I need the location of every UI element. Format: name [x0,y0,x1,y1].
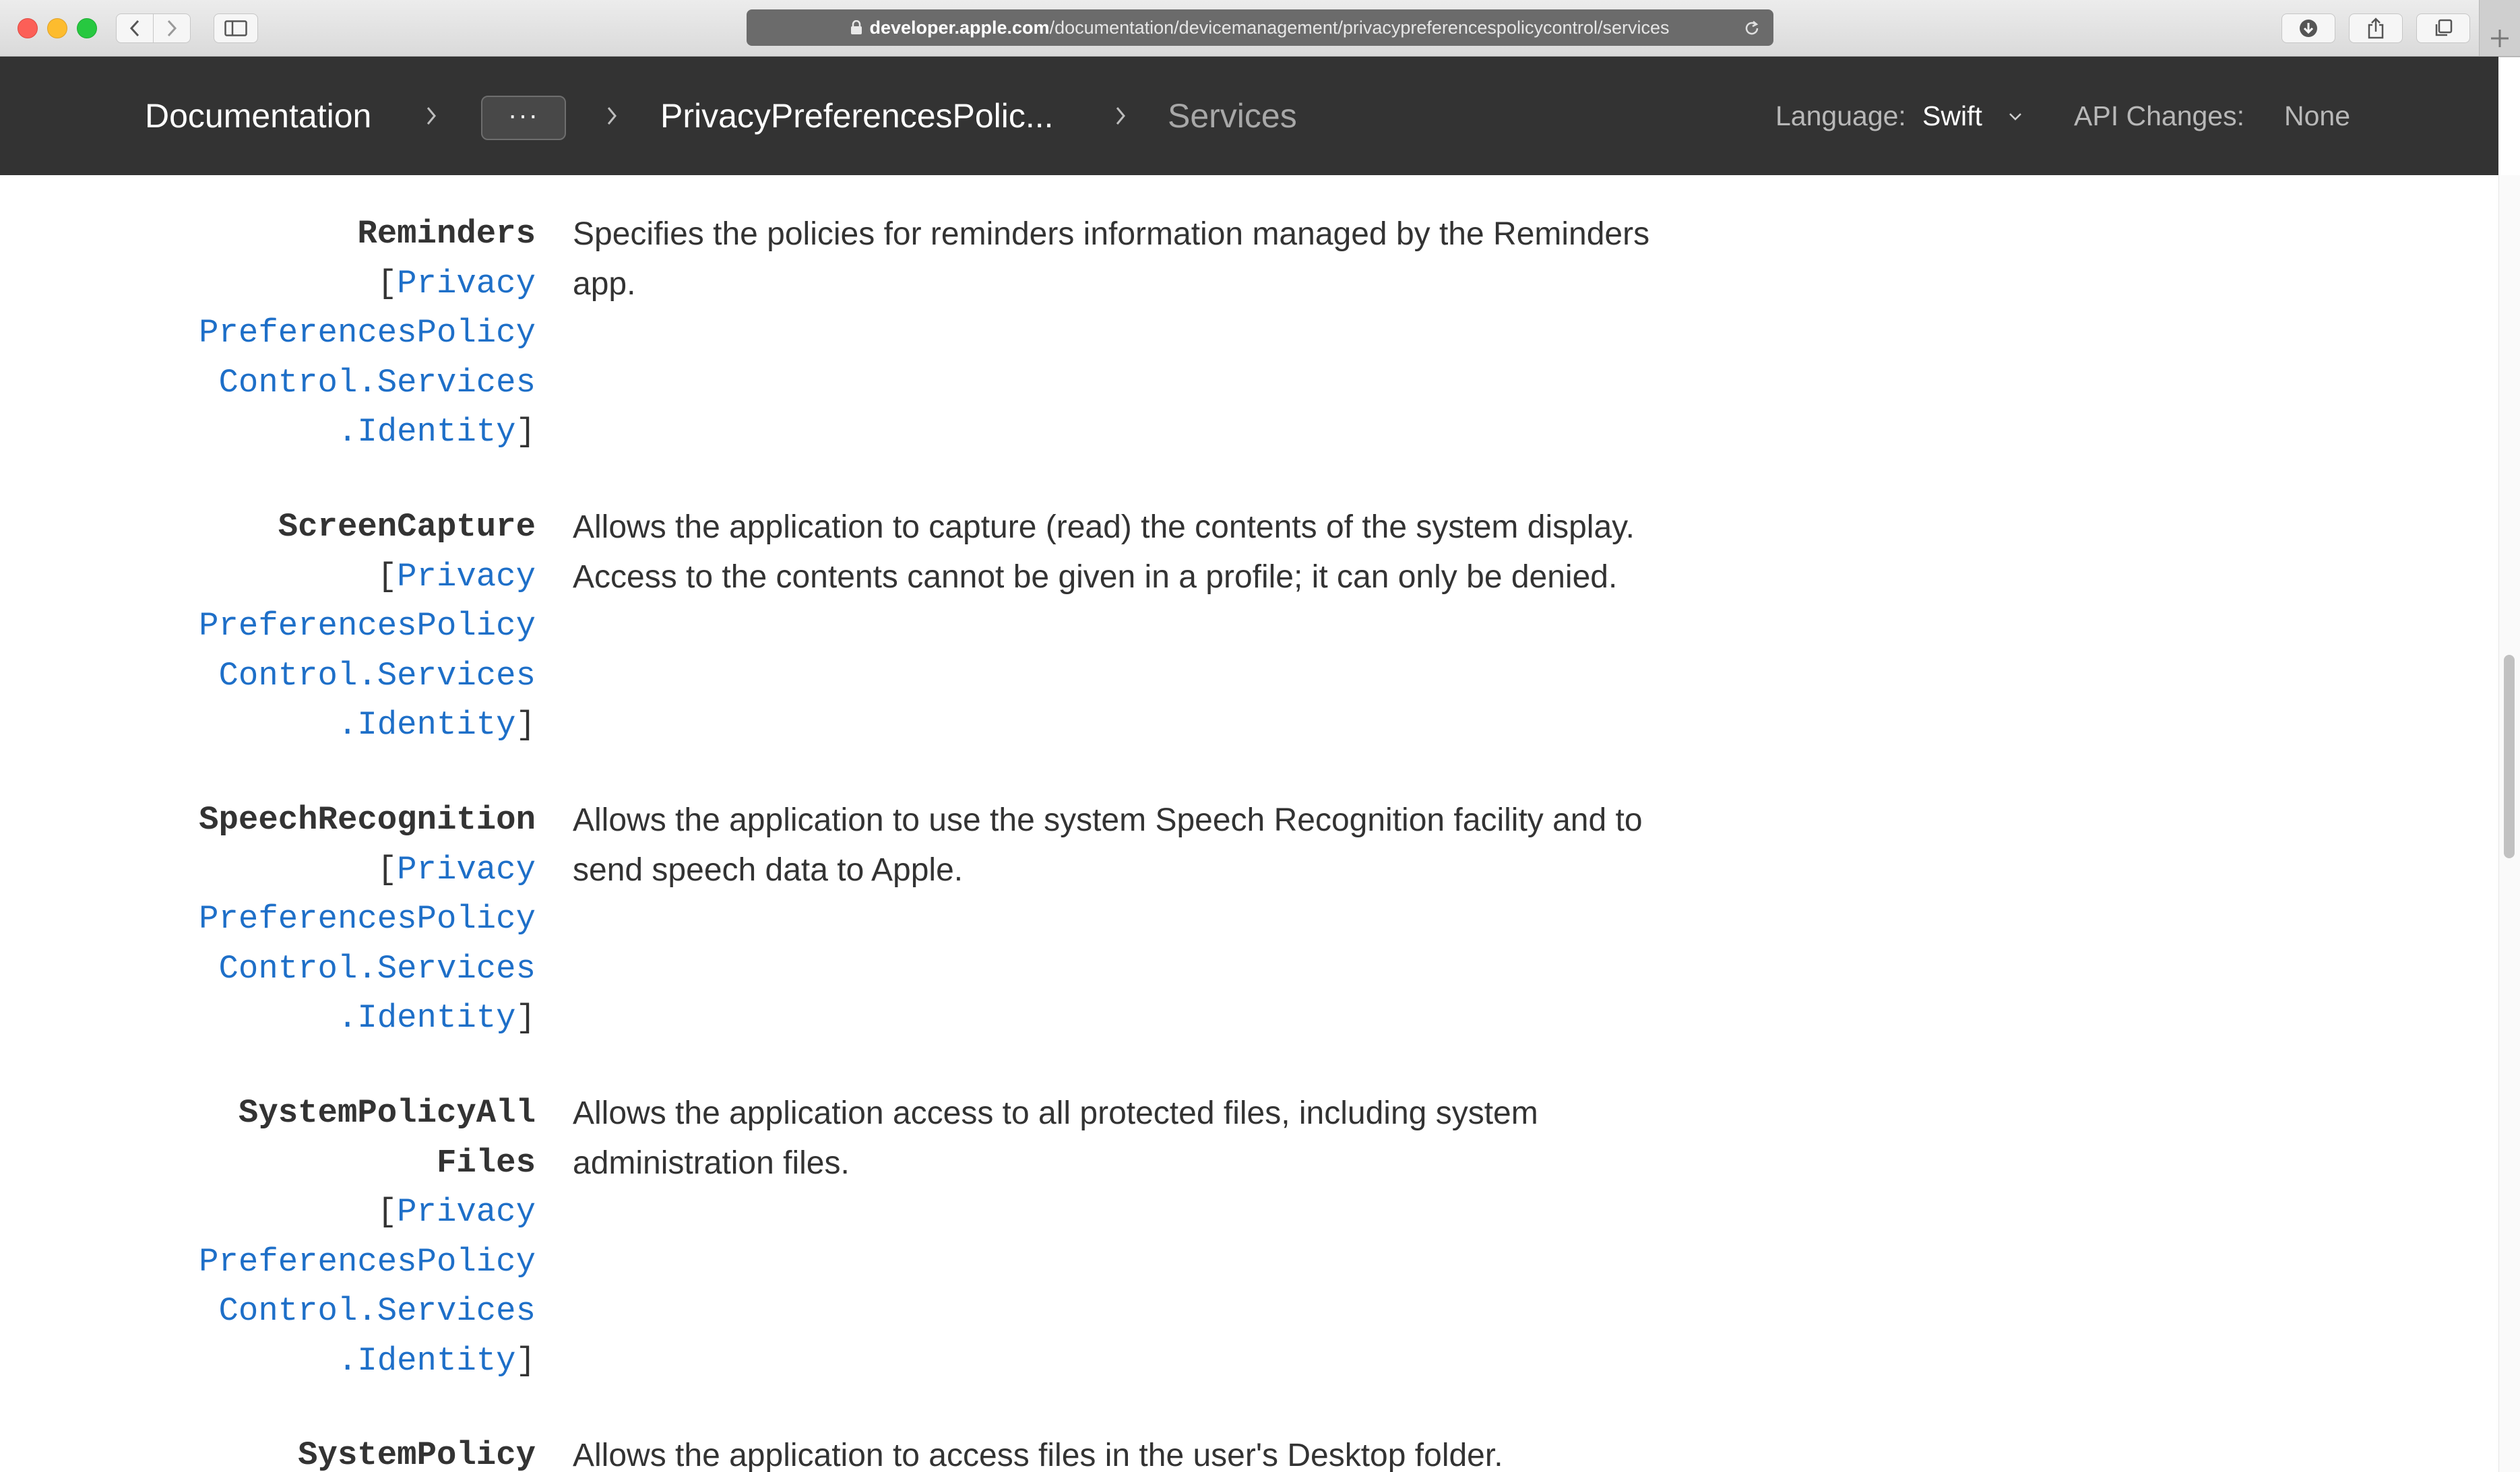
property-name-line: Files [436,1143,536,1182]
documentation-nav: Documentation ··· PrivacyPreferencesPoli… [0,57,2498,175]
chevron-down-icon[interactable] [2008,112,2023,121]
property-name-line: SpeechRecognition [199,801,536,839]
type-line: Control.Services [218,363,536,402]
description-line: app. [573,265,636,302]
api-changes-label: API Changes: [2074,100,2244,131]
documentation-content: Reminders [Privacy PreferencesPolicy Contr… [0,175,2498,1472]
type-line: Privacy [397,850,536,889]
property-name: SpeechRecognition [172,796,536,845]
type-line: .Identity [337,1341,516,1380]
type-line: Privacy [397,557,536,596]
download-icon [2300,20,2317,37]
property-type-link[interactable]: [Privacy PreferencesPolicy Control.Service… [172,1188,536,1386]
url-path: /documentation/devicemanagement/privacyp… [1049,17,1670,38]
breadcrumb-current: Services [1168,97,1297,135]
forward-button[interactable] [153,13,191,43]
new-tab-button[interactable] [2479,0,2520,56]
sidebar-toggle-button[interactable] [214,13,258,43]
description-line: Allows the application to capture (read)… [573,509,1635,545]
property-name: ScreenCapture [172,503,536,552]
type-line: PreferencesPolicy [199,314,536,352]
type-line: Control.Services [218,656,536,695]
breadcrumb-documentation[interactable]: Documentation [145,57,371,175]
share-button[interactable] [2349,13,2403,43]
back-button[interactable] [116,13,154,43]
downloads-button[interactable] [2281,13,2335,43]
type-line: PreferencesPolicy [199,1242,536,1281]
share-icon [2368,18,2384,39]
property-description: Specifies the policies for reminders inf… [573,210,1705,309]
property-type-link[interactable]: [Privacy PreferencesPolicy Control.Service… [172,845,536,1044]
property-name-line: SystemPolicy [298,1436,536,1472]
description-line: Access to the contents cannot be given i… [573,558,1618,595]
breadcrumb-chevron-icon [607,107,617,125]
property-column: SystemPolicyAll Files [Privacy Preferences… [172,1089,536,1386]
type-line: Privacy [397,264,536,302]
reload-icon[interactable] [1742,19,1761,38]
type-line: PreferencesPolicy [199,900,536,938]
sidebar-icon [224,20,247,36]
type-line: PreferencesPolicy [199,607,536,645]
breadcrumb-ellipsis-button[interactable]: ··· [481,96,566,140]
description-line: Allows the application access to all pro… [573,1095,1538,1131]
property-description: Allows the application to capture (read)… [573,503,1705,602]
tab-overview-button[interactable] [2416,13,2470,43]
description-line: Allows the application to use the system… [573,802,1643,838]
breadcrumb-class[interactable]: PrivacyPreferencesPolic... [660,57,1054,175]
close-window-button[interactable] [18,18,38,38]
property-description: Allows the application access to all pro… [573,1089,1705,1188]
property-name: Reminders [172,210,536,259]
api-changes-select[interactable]: None [2284,57,2350,175]
property-description: Allows the application to access files i… [573,1431,1705,1472]
url-domain: developer.apple.com [869,17,1050,38]
chevron-right-icon [167,20,177,37]
tabs-icon [2435,19,2453,36]
breadcrumb-chevron-icon [1116,107,1125,125]
chevron-left-icon [129,20,139,37]
fullscreen-window-button[interactable] [77,18,97,38]
url-text: developer.apple.com/documentation/device… [869,18,1669,38]
lock-icon [851,20,862,34]
property-column: Reminders [Privacy PreferencesPolicy Contr… [172,210,536,457]
type-line: .Identity [337,413,516,451]
description-line: Allows the application to access files i… [573,1438,1503,1472]
property-name: SystemPolicy [172,1431,536,1472]
property-column: SystemPolicy [172,1431,536,1472]
type-line: Control.Services [218,949,536,988]
type-line: .Identity [337,999,516,1037]
description-line: send speech data to Apple. [573,852,964,888]
property-name: SystemPolicyAll Files [172,1089,536,1188]
property-column: SpeechRecognition [Privacy PreferencesPol… [172,796,536,1044]
property-name-line: SystemPolicyAll [238,1094,536,1132]
property-description: Allows the application to use the system… [573,796,1705,895]
type-line: Control.Services [218,1292,536,1330]
property-type-link[interactable]: [Privacy PreferencesPolicy Control.Service… [172,259,536,457]
minimize-window-button[interactable] [47,18,67,38]
description-line: Specifies the policies for reminders inf… [573,216,1650,252]
address-bar[interactable]: developer.apple.com/documentation/device… [747,9,1773,46]
description-line: administration files. [573,1145,850,1181]
scrollbar-thumb[interactable] [2504,655,2515,858]
language-label: Language: [1775,100,1906,131]
language-select[interactable]: Swift [1922,57,1982,175]
type-line: Privacy [397,1193,536,1231]
browser-toolbar: developer.apple.com/documentation/device… [0,0,2520,57]
property-name-line: Reminders [357,215,536,253]
breadcrumb-chevron-icon [427,107,436,125]
property-type-link[interactable]: [Privacy PreferencesPolicy Control.Service… [172,552,536,750]
property-name-line: ScreenCapture [278,508,536,546]
property-column: ScreenCapture [Privacy PreferencesPolicy C… [172,503,536,750]
plus-icon [2491,30,2509,47]
type-line: .Identity [337,706,516,744]
